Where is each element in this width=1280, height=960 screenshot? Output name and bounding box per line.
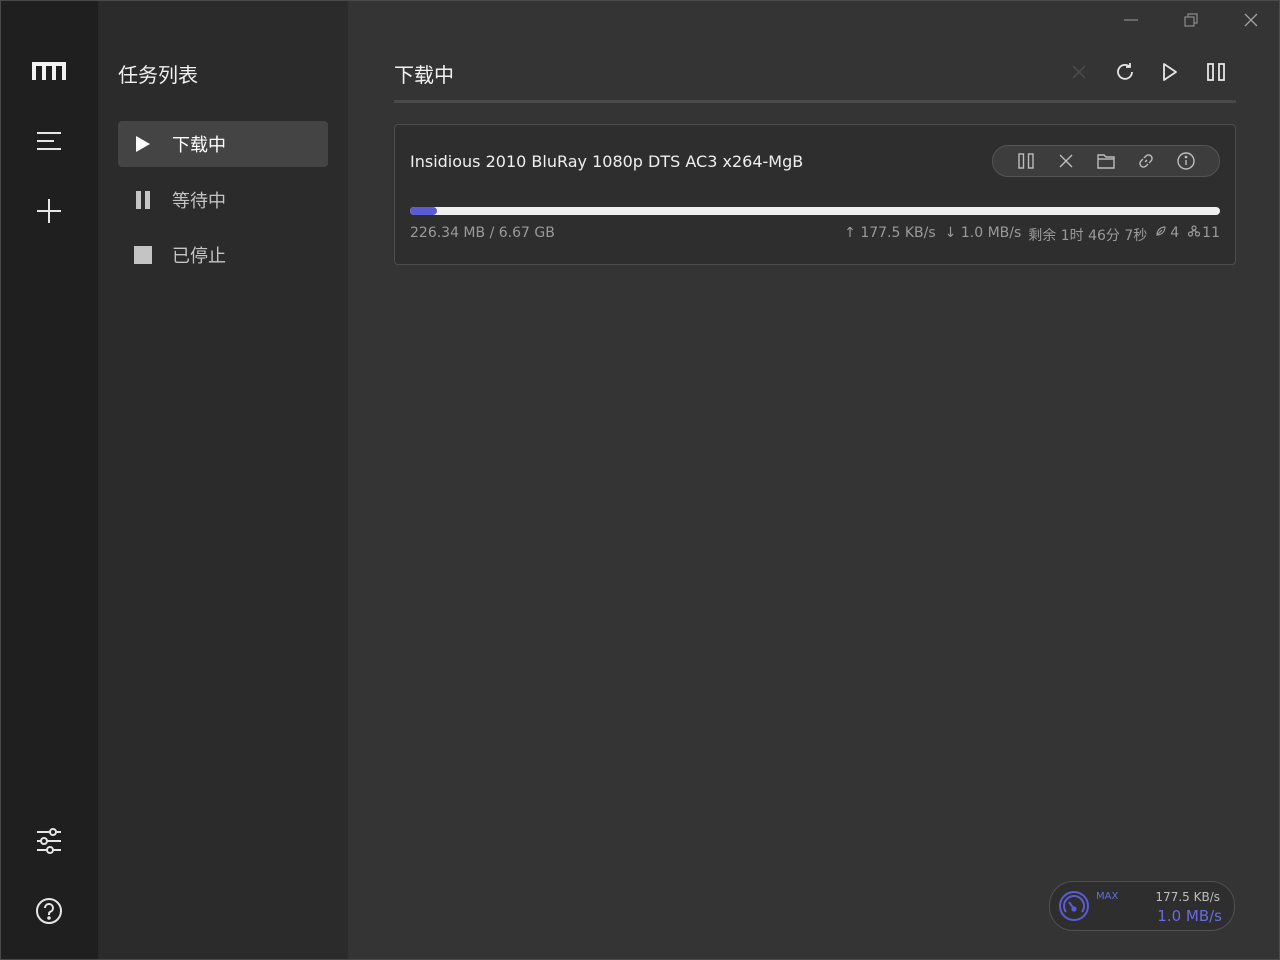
info-icon[interactable] (1174, 149, 1198, 173)
peers-icon (1188, 225, 1201, 245)
link-icon[interactable] (1134, 149, 1158, 173)
plus-icon[interactable] (29, 191, 69, 231)
refresh-icon[interactable] (1110, 57, 1140, 87)
icon-rail (1, 1, 98, 959)
pause-all-icon[interactable] (1201, 57, 1231, 87)
sliders-icon[interactable] (29, 821, 69, 861)
speed-max-label: MAX (1096, 891, 1119, 902)
speedometer[interactable]: MAX 177.5 KB/s 1.0 MB/s (1049, 881, 1235, 931)
pause-icon (132, 189, 154, 211)
task-list-panel: 任务列表 下载中 等待中 已停止 (98, 1, 348, 959)
play-icon (132, 133, 154, 155)
speed-upload: 177.5 KB/s (1155, 890, 1220, 904)
task-stats: ↑ 177.5 KB/s ↓ 1.0 MB/s 剩余 1时 46分 7秒 4 1… (844, 225, 1220, 245)
remaining-time: 剩余 1时 46分 7秒 (1028, 228, 1148, 244)
menu-icon[interactable] (29, 121, 69, 161)
nav-item-label: 等待中 (172, 191, 226, 212)
restore-icon[interactable] (1176, 7, 1206, 33)
resume-all-icon[interactable] (1155, 57, 1185, 87)
nav-item-downloading[interactable]: 下载中 (118, 121, 328, 167)
folder-icon[interactable] (1094, 149, 1118, 173)
progress-fill (410, 207, 437, 215)
task-name: Insidious 2010 BluRay 1080p DTS AC3 x264… (410, 152, 804, 171)
pause-icon[interactable] (1014, 149, 1038, 173)
speed-download: 1.0 MB/s (1157, 907, 1222, 925)
nav-item-label: 已停止 (172, 246, 226, 267)
help-icon[interactable] (29, 891, 69, 931)
delete-all-icon[interactable] (1064, 57, 1094, 87)
download-speed: ↓ 1.0 MB/s (944, 225, 1022, 241)
nav-item-waiting[interactable]: 等待中 (118, 177, 328, 223)
task-card[interactable]: Insidious 2010 BluRay 1080p DTS AC3 x264… (394, 124, 1236, 265)
speedometer-icon (1058, 890, 1090, 922)
peers-count: 11 (1202, 225, 1220, 241)
task-actions (992, 145, 1220, 177)
upload-speed: ↑ 177.5 KB/s (844, 225, 936, 241)
task-size: 226.34 MB / 6.67 GB (410, 225, 555, 241)
seeders-count: 4 (1170, 225, 1180, 241)
app-window: 任务列表 下载中 等待中 已停止 下载中 Insidious 2010 BluR… (0, 0, 1280, 960)
motrix-logo-icon[interactable] (29, 51, 69, 91)
nav-item-label: 下载中 (172, 135, 226, 156)
header-divider (394, 100, 1236, 103)
stop-icon (132, 244, 154, 266)
nav-item-stopped[interactable]: 已停止 (118, 232, 328, 278)
main-content: 下载中 Insidious 2010 BluRay 1080p DTS AC3 … (348, 1, 1279, 959)
progress-bar (410, 207, 1220, 215)
page-title: 下载中 (394, 63, 454, 87)
minimize-icon[interactable] (1116, 7, 1146, 33)
seeders-icon (1155, 225, 1167, 245)
close-window-icon[interactable] (1236, 7, 1266, 33)
panel-title: 任务列表 (118, 63, 198, 87)
delete-icon[interactable] (1054, 149, 1078, 173)
